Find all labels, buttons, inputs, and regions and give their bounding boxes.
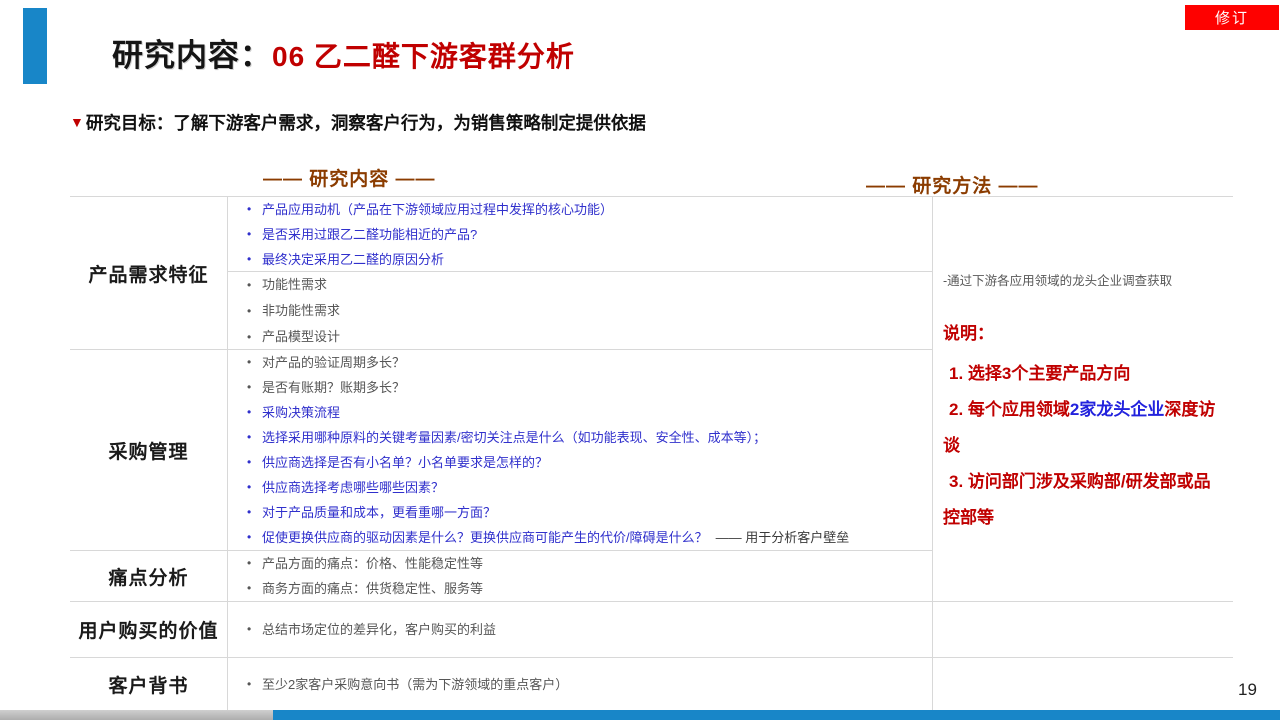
method-item-2: 2. 每个应用领域2家龙头企业深度访谈 (943, 392, 1227, 464)
list-item: 促使更换供应商的驱动因素是什么？更换供应商可能产生的代价/障碍是什么？ —— 用于… (240, 525, 932, 550)
section-header-method: —— 研究方法 —— (866, 171, 1039, 198)
list-item: 最终决定采用乙二醛的原因分析 (240, 247, 932, 272)
list-item: 产品模型设计 (240, 324, 932, 350)
method-item-2-blue: 2家龙头企业 (1070, 400, 1164, 419)
page-number: 19 (1238, 680, 1257, 700)
list-item: 至少2家客户采购意向书（需为下游领域的重点客户） (240, 672, 932, 697)
page-title: 研究内容：06 乙二醛下游客群分析 (112, 30, 575, 75)
cell-procurement: 对产品的验证周期多长？ 是否有账期？账期多长？ 采购决策流程 选择采用哪种原料的… (228, 350, 933, 551)
cell-method-empty-2 (933, 658, 1233, 710)
method-item-3: 3. 访问部门涉及采购部/研发部或品控部等 (943, 464, 1227, 536)
method-source-note: -通过下游各应用领域的龙头企业调查获取 (943, 273, 1227, 289)
triangle-marker-icon: ▼ (70, 114, 84, 130)
list-item: 商务方面的痛点：供货稳定性、服务等 (240, 576, 932, 601)
slide: 研究内容：06 乙二醛下游客群分析 修订 ▼研究目标：了解下游客户需求，洞察客户… (0, 0, 1280, 720)
list-item: 对产品的验证周期多长？ (240, 350, 932, 375)
cell-purchase-value: 总结市场定位的差异化，客户购买的利益 (228, 602, 933, 658)
method-items: 1. 选择3个主要产品方向 2. 每个应用领域2家龙头企业深度访谈 3. 访问部… (943, 356, 1227, 536)
list-item: 供应商选择是否有小名单？小名单要求是怎样的？ (240, 450, 932, 475)
title-prefix: 研究内容： (112, 38, 272, 73)
cell-research-method: -通过下游各应用领域的龙头企业调查获取 说明： 1. 选择3个主要产品方向 2.… (933, 196, 1233, 602)
row-label-product-demand: 产品需求特征 (70, 196, 228, 350)
cell-product-demand-gray: 功能性需求 非功能性需求 产品模型设计 (228, 272, 933, 350)
list-item: 是否有账期？账期多长？ (240, 375, 932, 400)
footer-bar-gray (0, 710, 273, 720)
research-table: 产品需求特征 产品应用动机（产品在下游领域应用过程中发挥的核心功能） 是否采用过… (70, 196, 1233, 710)
list-item-annotation: —— 用于分析客户壁垒 (716, 530, 850, 545)
row-label-endorsement: 客户背书 (70, 658, 228, 710)
method-item-1: 1. 选择3个主要产品方向 (943, 356, 1227, 392)
research-goal-text: 研究目标：了解下游客户需求，洞察客户行为，为销售策略制定提供依据 (86, 113, 646, 133)
research-goal: ▼研究目标：了解下游客户需求，洞察客户行为，为销售策略制定提供依据 (70, 110, 646, 135)
section-header-content: —— 研究内容 —— (263, 164, 436, 191)
method-note-title: 说明： (943, 319, 1227, 344)
list-item: 采购决策流程 (240, 400, 932, 425)
list-item: 是否采用过跟乙二醛功能相近的产品? (240, 222, 932, 247)
list-item: 非功能性需求 (240, 298, 932, 324)
list-item: 供应商选择考虑哪些哪些因素？ (240, 475, 932, 500)
method-item-2-red-a: 2. 每个应用领域 (949, 400, 1070, 419)
row-label-pain-points: 痛点分析 (70, 551, 228, 602)
title-highlight: 06 乙二醛下游客群分析 (272, 41, 575, 72)
list-item: 产品应用动机（产品在下游领域应用过程中发挥的核心功能） (240, 197, 932, 222)
cell-endorsement: 至少2家客户采购意向书（需为下游领域的重点客户） (228, 658, 933, 710)
list-item-question: 促使更换供应商的驱动因素是什么？更换供应商可能产生的代价/障碍是什么？ (262, 530, 708, 545)
cell-method-empty-1 (933, 602, 1233, 658)
list-item: 选择采用哪种原料的关键考量因素/密切关注点是什么（如功能表现、安全性、成本等）； (240, 425, 932, 450)
list-item: 总结市场定位的差异化，客户购买的利益 (240, 617, 932, 642)
row-label-purchase-value: 用户购买的价值 (70, 602, 228, 658)
cell-pain-points: 产品方面的痛点：价格、性能稳定性等 商务方面的痛点：供货稳定性、服务等 (228, 551, 933, 602)
cell-product-demand-blue: 产品应用动机（产品在下游领域应用过程中发挥的核心功能） 是否采用过跟乙二醛功能相… (228, 196, 933, 272)
list-item: 对于产品质量和成本，更看重哪一方面？ (240, 500, 932, 525)
row-label-procurement: 采购管理 (70, 350, 228, 551)
title-accent-bar (23, 8, 47, 84)
list-item: 功能性需求 (240, 272, 932, 298)
list-item: 产品方面的痛点：价格、性能稳定性等 (240, 551, 932, 576)
footer-bar-blue (273, 710, 1280, 720)
revision-badge: 修订 (1185, 5, 1279, 30)
